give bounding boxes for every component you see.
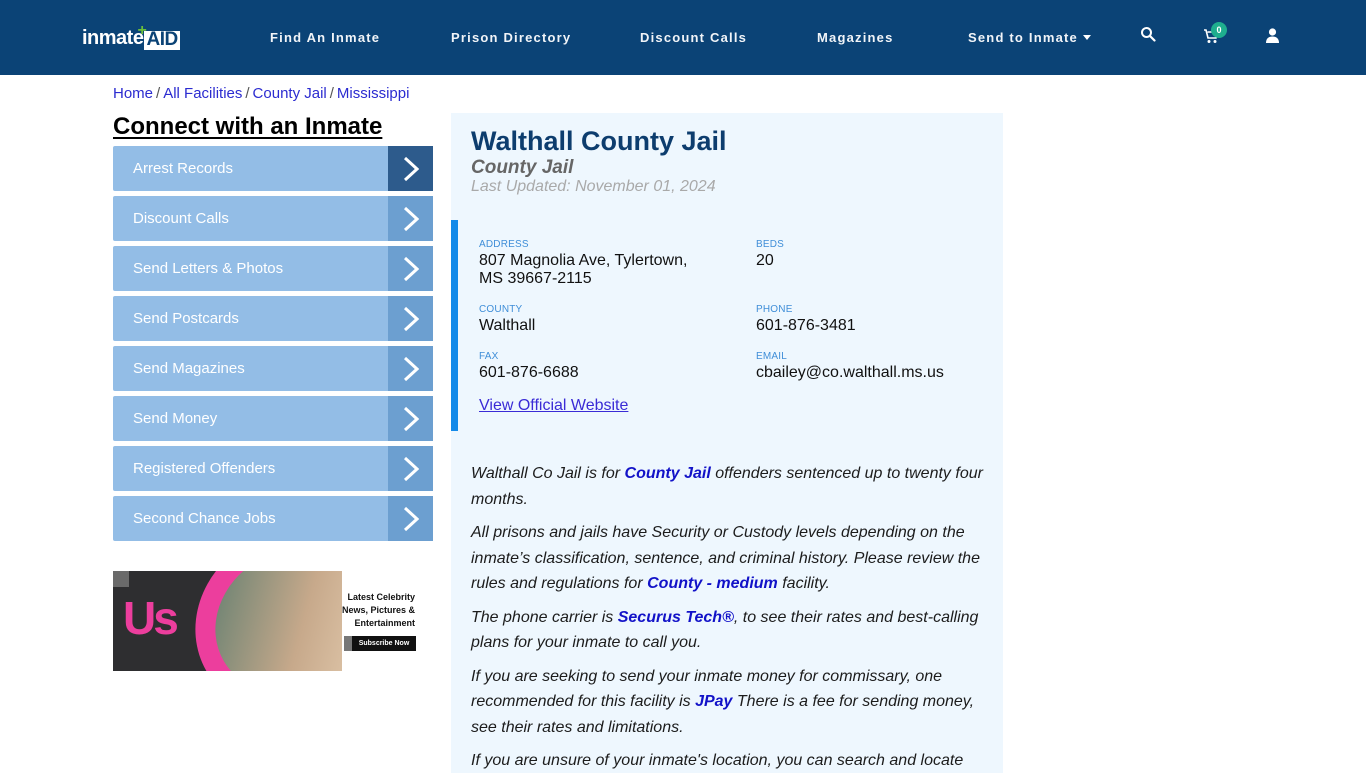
nav-magazines[interactable]: Magazines <box>817 30 894 45</box>
sidebar-item-label: Send Postcards <box>133 310 239 327</box>
breadcrumb-separator: / <box>329 85 334 102</box>
nav-prison-directory[interactable]: Prison Directory <box>451 30 571 45</box>
ad-banner[interactable]: Us Latest Celebrity News, Pictures & Ent… <box>113 571 417 671</box>
top-navbar: inmate + AID Find An Inmate Prison Direct… <box>0 0 1366 75</box>
sidebar-item-label: Registered Offenders <box>133 460 276 477</box>
info-accent-bar <box>451 220 458 431</box>
nav-send-to-inmate[interactable]: Send to Inmate <box>968 30 1091 45</box>
nav-find-an-inmate[interactable]: Find An Inmate <box>270 30 380 45</box>
facility-type: County Jail <box>471 157 574 178</box>
county-jail-link[interactable]: County Jail <box>625 465 711 482</box>
fax-field: FAX 601-876-6688 <box>479 351 579 382</box>
sidebar-item-label: Send Money <box>133 410 218 427</box>
ad-corner-icon <box>113 571 129 587</box>
sidebar-item-label: Discount Calls <box>133 210 229 227</box>
chevron-right-icon <box>388 146 433 191</box>
breadcrumb: Home / All Facilities / County Jail / Mississi… <box>113 85 409 102</box>
breadcrumb-separator: / <box>156 85 161 102</box>
chevron-right-icon <box>388 196 433 241</box>
sidebar-item-send-letters-photos[interactable]: Send Letters & Photos <box>113 246 433 291</box>
ad-brand-logo: Us <box>123 592 179 644</box>
chevron-right-icon <box>388 396 433 441</box>
paragraph-money: If you are seeking to send your inmate m… <box>471 667 975 736</box>
search-icon <box>1141 27 1156 42</box>
address-line2: MS 39667-2115 <box>479 270 592 287</box>
plus-icon: + <box>137 22 147 39</box>
email-value: cbailey@co.walthall.ms.us <box>756 364 944 381</box>
sidebar-item-registered-offenders[interactable]: Registered Offenders <box>113 446 433 491</box>
sidebar-item-send-magazines[interactable]: Send Magazines <box>113 346 433 391</box>
beds-value: 20 <box>756 252 774 269</box>
beds-label: BEDS <box>756 239 785 250</box>
breadcrumb-county-jail[interactable]: County Jail <box>253 85 327 102</box>
phone-label: PHONE <box>756 304 793 315</box>
jpay-link[interactable]: JPay <box>695 693 732 710</box>
paragraph-sentence: Walthall Co Jail is for County Jail offe… <box>471 465 983 508</box>
last-updated: Last Updated: November 01, 2024 <box>471 178 716 195</box>
chevron-right-icon <box>388 446 433 491</box>
breadcrumb-separator: / <box>245 85 250 102</box>
ad-headline: Latest Celebrity News, Pictures & Entert… <box>341 592 415 628</box>
beds-field: BEDS 20 <box>756 239 784 270</box>
phone-value: 601-876-3481 <box>756 317 856 334</box>
official-website-link[interactable]: View Official Website <box>479 397 628 415</box>
sidebar-item-label: Second Chance Jobs <box>133 510 276 527</box>
phone-carrier-link[interactable]: Securus Tech® <box>618 609 734 626</box>
fax-label: FAX <box>479 351 499 362</box>
breadcrumb-all-facilities[interactable]: All Facilities <box>163 85 242 102</box>
search-button[interactable] <box>1140 26 1160 46</box>
fax-value: 601-876-6688 <box>479 364 579 381</box>
county-value: Walthall <box>479 317 536 334</box>
sidebar-item-arrest-records[interactable]: Arrest Records <box>113 146 433 191</box>
address-field: ADDRESS 807 Magnolia Ave, Tylertown, MS … <box>479 239 687 288</box>
paragraph-phone: The phone carrier is Securus Tech®, to s… <box>471 608 979 652</box>
sidebar-item-send-money[interactable]: Send Money <box>113 396 433 441</box>
address-label: ADDRESS <box>479 239 529 250</box>
email-field: EMAIL cbailey@co.walthall.ms.us <box>756 351 944 382</box>
caret-down-icon <box>1082 35 1091 40</box>
paragraph-location: If you are unsure of your inmate's locat… <box>471 752 964 769</box>
address-line1: 807 Magnolia Ave, Tylertown, <box>479 252 688 269</box>
chevron-right-icon <box>388 246 433 291</box>
cart-count-badge: 0 <box>1211 22 1227 38</box>
account-button[interactable] <box>1266 28 1286 48</box>
chevron-right-icon <box>388 346 433 391</box>
chevron-right-icon <box>388 296 433 341</box>
chevron-right-icon <box>388 496 433 541</box>
email-label: EMAIL <box>756 351 788 362</box>
ad-subscribe-button[interactable]: Subscribe Now <box>344 636 416 651</box>
security-level-link[interactable]: County - medium <box>647 575 778 592</box>
breadcrumb-home[interactable]: Home <box>113 85 153 102</box>
sidebar-item-send-postcards[interactable]: Send Postcards <box>113 296 433 341</box>
nav-discount-calls[interactable]: Discount Calls <box>640 30 747 45</box>
facility-title: Walthall County Jail <box>471 126 727 156</box>
breadcrumb-mississippi[interactable]: Mississippi <box>337 85 410 102</box>
sidebar-title: Connect with an Inmate <box>113 113 383 140</box>
logo-text: inmate <box>82 27 144 49</box>
phone-field: PHONE 601-876-3481 <box>756 304 856 335</box>
logo-accent: + AID <box>137 22 180 50</box>
sidebar-item-second-chance-jobs[interactable]: Second Chance Jobs <box>113 496 433 541</box>
paragraph-security: All prisons and jails have Security or C… <box>471 524 980 592</box>
sidebar-item-label: Send Magazines <box>133 360 245 377</box>
sidebar-item-label: Send Letters & Photos <box>133 260 284 277</box>
facility-panel: Walthall County Jail County Jail Last Up… <box>451 113 1003 773</box>
sidebar-item-label: Arrest Records <box>133 160 234 177</box>
facility-description: Walthall Co Jail is for County Jail offe… <box>471 461 991 782</box>
sidebar-menu: Arrest Records Discount Calls Send Lette… <box>113 146 433 546</box>
user-icon <box>1266 28 1279 43</box>
logo[interactable]: inmate + AID <box>82 22 180 50</box>
sidebar-item-discount-calls[interactable]: Discount Calls <box>113 196 433 241</box>
county-field: COUNTY Walthall <box>479 304 535 335</box>
county-label: COUNTY <box>479 304 523 315</box>
nav-send-to-inmate-label: Send to Inmate <box>968 30 1078 45</box>
